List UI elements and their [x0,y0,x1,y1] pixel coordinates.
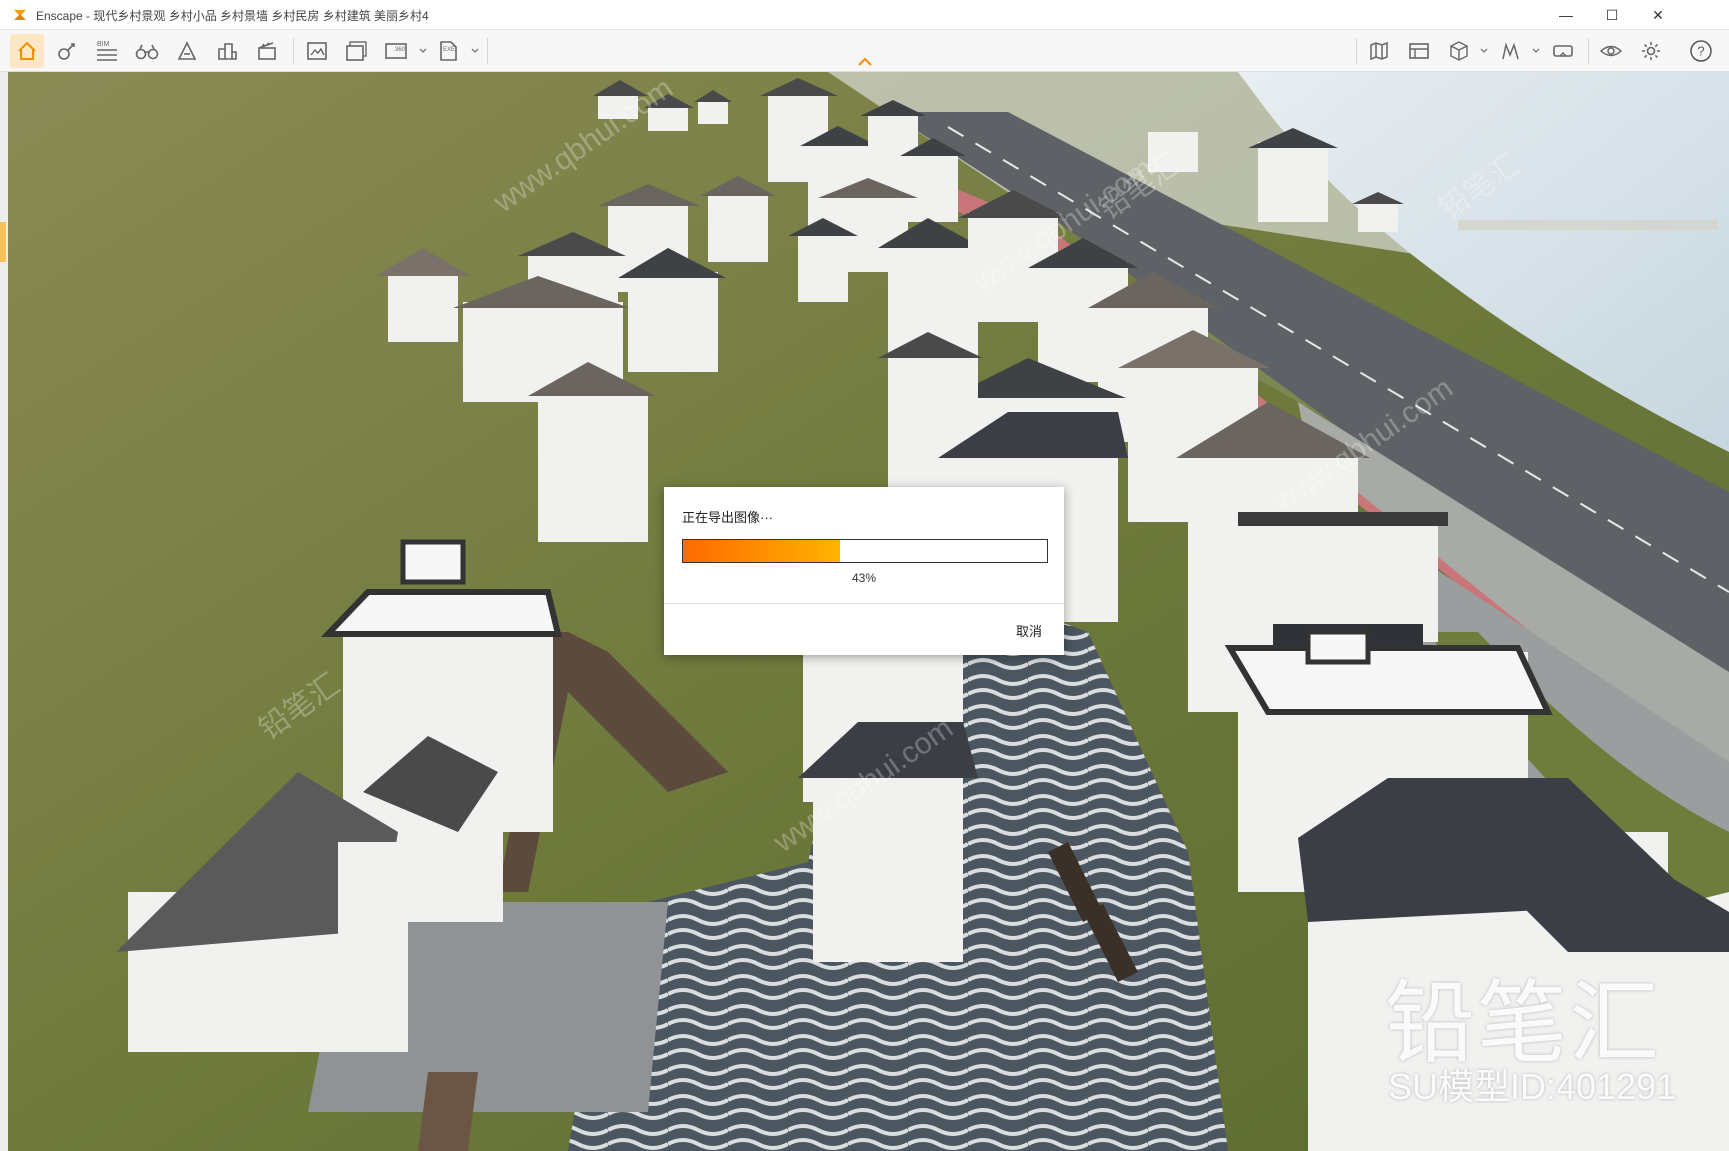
binoculars-icon [135,44,159,60]
toolbar-separator [1356,38,1357,64]
material-editor-icon [177,41,197,60]
svg-text:?: ? [1697,44,1704,59]
cube-icon [1450,41,1468,61]
sketch-icon [1502,42,1519,60]
binoculars-button[interactable] [130,34,164,68]
enscape-logo-icon [12,7,28,23]
vr-headset-button[interactable] [1546,34,1580,68]
close-button[interactable]: ✕ [1635,0,1681,30]
help-button[interactable]: ? [1684,34,1718,68]
toolbar-separator [487,38,488,64]
toolbar-separator [293,38,294,64]
material-editor-button[interactable] [170,34,204,68]
chevron-up-icon[interactable] [856,56,874,68]
maximize-button[interactable]: ☐ [1589,0,1635,30]
visual-settings-icon [58,43,75,60]
asset-library-icon [218,43,237,60]
chevron-down-icon[interactable] [1480,44,1488,58]
settings-icon [1642,42,1660,60]
video-editor-icon [258,42,276,60]
chevron-down-icon[interactable] [1532,44,1540,58]
bim-button[interactable]: BIM [90,34,124,68]
chevron-down-icon[interactable] [419,44,427,58]
svg-text:EXE: EXE [443,47,455,53]
minimize-button[interactable]: — [1543,0,1589,30]
panorama-icon: 360 [385,43,407,59]
watermark-model-id: SU模型ID:401291 [1388,1066,1677,1107]
export-progress-dialog: 正在导出图像··· 43% 取消 [664,487,1064,655]
help-icon: ? [1690,40,1712,62]
exe-export-button[interactable]: EXE [432,34,466,68]
sketch-button[interactable] [1494,34,1528,68]
toolbar-separator [1588,38,1589,64]
bim-label: BIM [97,41,110,48]
panorama-button[interactable]: 360 [380,34,414,68]
exe-export-icon: EXE [440,41,457,61]
views-button[interactable] [1402,34,1436,68]
screenshot-button[interactable] [300,34,334,68]
settings-button[interactable] [1634,34,1668,68]
map-button[interactable] [1362,34,1396,68]
batch-render-icon [346,41,367,61]
cancel-button[interactable]: 取消 [1016,621,1042,640]
bim-list-icon: BIM [97,41,117,61]
map-icon [1370,41,1388,61]
screenshot-icon [307,42,327,60]
visibility-button[interactable] [1594,34,1628,68]
cube-button[interactable] [1442,34,1476,68]
asset-library-button[interactable] [210,34,244,68]
home-icon [18,41,36,60]
progress-percent: 43% [851,571,877,585]
title-bar: Enscape - 现代乡村景观 乡村小品 乡村景墙 乡村民房 乡村建筑 美丽乡… [0,0,1729,30]
progress-bar-fill [683,540,840,562]
video-editor-button[interactable] [250,34,284,68]
batch-render-button[interactable] [340,34,374,68]
left-sidebar-strip [0,72,8,1151]
sidebar-marker [0,222,6,262]
dialog-divider [664,603,1064,604]
vr-headset-icon [1553,45,1573,57]
window-title: Enscape - 现代乡村景观 乡村小品 乡村景墙 乡村民房 乡村建筑 美丽乡… [36,9,429,23]
visual-settings-button[interactable] [50,34,84,68]
progress-bar [682,539,1048,563]
svg-text:360: 360 [395,47,406,53]
chevron-down-icon[interactable] [471,44,479,58]
views-icon [1409,43,1429,59]
home-button[interactable] [10,34,44,68]
dialog-title: 正在导出图像··· [682,510,773,525]
visibility-icon [1599,45,1623,57]
